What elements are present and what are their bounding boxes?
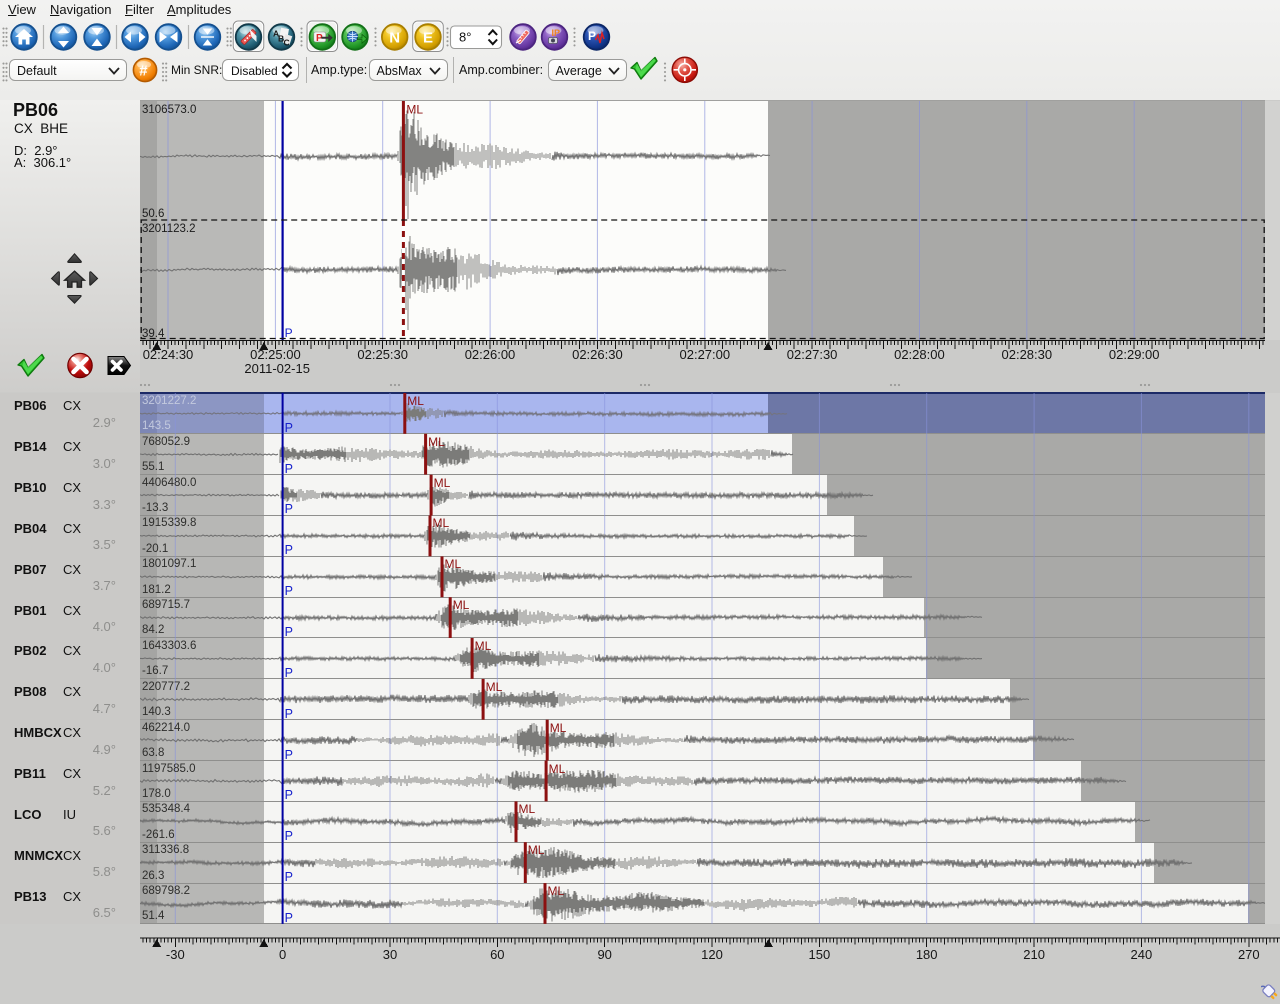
svg-text:IP: IP — [552, 28, 561, 38]
svg-text:50.6: 50.6 — [142, 208, 164, 220]
svg-text:N: N — [389, 30, 400, 47]
svg-text:8°: 8° — [459, 30, 471, 45]
svg-text:P: P — [588, 29, 596, 43]
svg-text:ML: ML — [406, 102, 423, 116]
svg-text:C: C — [284, 38, 290, 48]
svg-text:P: P — [285, 326, 293, 340]
svg-text:#: # — [139, 63, 148, 80]
svg-text:39.4: 39.4 — [142, 328, 165, 340]
svg-text:3106573.0: 3106573.0 — [142, 104, 196, 116]
svg-text:E: E — [423, 30, 433, 47]
svg-text:3201123.2: 3201123.2 — [142, 223, 196, 235]
